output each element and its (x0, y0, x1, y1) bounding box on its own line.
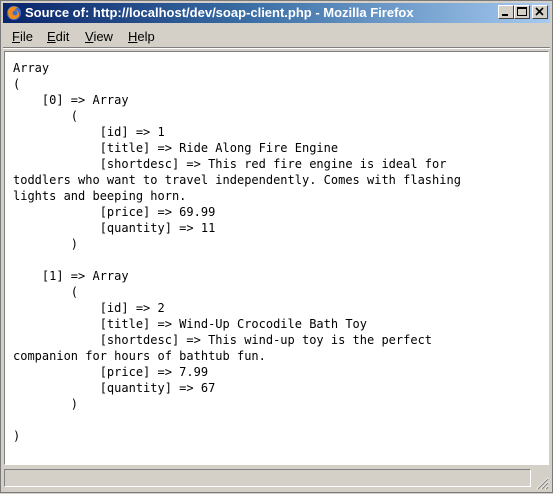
source-line: [price] => 69.99 (13, 205, 216, 219)
source-line: [quantity] => 11 (13, 221, 216, 235)
source-line: toddlers who want to travel independentl… (13, 173, 461, 187)
menu-separator (3, 47, 550, 49)
source-line: [quantity] => 67 (13, 381, 216, 395)
source-line: [id] => 1 (13, 125, 165, 139)
source-line: [1] => Array (13, 269, 129, 283)
source-line: ( (13, 109, 79, 123)
close-button[interactable] (532, 5, 548, 19)
source-line: Array (13, 61, 50, 75)
menu-view[interactable]: View (85, 29, 113, 45)
status-text (4, 469, 531, 487)
close-icon (535, 7, 544, 16)
resize-grip-icon[interactable] (535, 475, 549, 490)
window-title: Source of: http://localhost/dev/soap-cli… (25, 5, 414, 20)
source-line: ( (13, 77, 21, 91)
source-text: Array ( [0] => Array ( [id] => 1 [title]… (5, 52, 548, 444)
source-line: [title] => Ride Along Fire Engine (13, 141, 339, 155)
menu-edit[interactable]: Edit (47, 29, 69, 45)
source-line: ( (13, 285, 79, 299)
menu-help[interactable]: Help (128, 29, 155, 45)
source-line: [0] => Array (13, 93, 129, 107)
source-line: ) (13, 429, 21, 443)
source-line: [price] => 7.99 (13, 365, 209, 379)
status-bar (4, 468, 549, 490)
firefox-icon (6, 5, 22, 21)
maximize-icon (517, 7, 527, 16)
minimize-button[interactable] (498, 5, 514, 19)
title-bar[interactable]: Source of: http://localhost/dev/soap-cli… (3, 3, 550, 23)
browser-window: Source of: http://localhost/dev/soap-cli… (0, 0, 553, 493)
source-view[interactable]: Array ( [0] => Array ( [id] => 1 [title]… (4, 51, 549, 465)
source-line: [title] => Wind-Up Crocodile Bath Toy (13, 317, 368, 331)
source-line: [id] => 2 (13, 301, 165, 315)
source-line: ) (13, 397, 79, 411)
source-line: [shortdesc] => This red fire engine is i… (13, 157, 447, 171)
source-line: lights and beeping horn. (13, 189, 187, 203)
menu-bar: File Edit View Help (3, 25, 550, 47)
source-line: [shortdesc] => This wind-up toy is the p… (13, 333, 433, 347)
source-line: ) (13, 237, 79, 251)
minimize-icon (502, 14, 508, 16)
menu-file[interactable]: File (12, 29, 33, 45)
source-line: companion for hours of bathtub fun. (13, 349, 266, 363)
maximize-button[interactable] (514, 5, 530, 19)
